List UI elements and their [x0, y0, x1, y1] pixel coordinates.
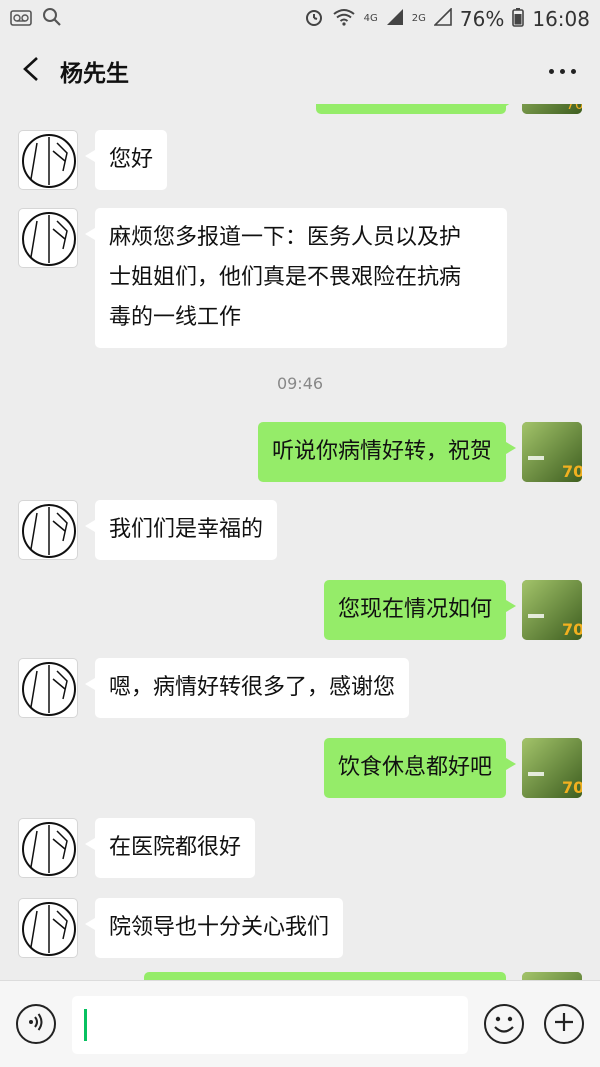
chat-header: 杨先生 [0, 38, 600, 104]
message-list[interactable]: 70 您好 麻烦您多报道一下：医务人员以及护 士姐姐们，他们真是不畏艰险在抗病 … [0, 104, 600, 980]
plus-button[interactable] [544, 1004, 584, 1044]
input-bar [0, 980, 600, 1067]
emoji-icon [486, 1016, 522, 1046]
signal-icon [386, 7, 404, 31]
avatar-self[interactable]: 70 [522, 422, 582, 482]
avatar-contact[interactable] [18, 500, 78, 560]
avatar-contact[interactable] [18, 658, 78, 718]
message-bubble[interactable]: 饮食休息都好吧 [323, 738, 517, 798]
network2-label: 2G [411, 13, 426, 24]
chevron-left-icon [22, 56, 40, 86]
message-bubble-partial [316, 104, 516, 114]
avatar-self[interactable] [522, 972, 582, 980]
message-bubble[interactable]: 在医院都很好 [84, 818, 256, 878]
message-bubble[interactable]: 麻烦您多报道一下：医务人员以及护 士姐姐们，他们真是不畏艰险在抗病 毒的一线工作 [85, 208, 507, 348]
battery-icon [512, 7, 525, 32]
emoji-button[interactable] [484, 1004, 524, 1044]
more-horizontal-icon [546, 68, 579, 74]
voice-icon [25, 1011, 47, 1037]
network-label: 4G [363, 13, 378, 24]
avatar-self[interactable]: 70 [522, 738, 582, 798]
status-bar: 4G 2G 76% 16:08 [0, 0, 600, 38]
avatar-contact[interactable] [18, 898, 78, 958]
message-bubble[interactable]: 您好 [84, 130, 168, 190]
avatar-contact[interactable] [18, 208, 78, 268]
svg-text:70: 70 [566, 104, 582, 113]
alarm-icon [304, 7, 324, 32]
message-bubble[interactable]: 嗯，病情好转很多了，感谢您 [84, 658, 410, 718]
more-button[interactable] [542, 51, 582, 91]
timestamp: 09:46 [276, 374, 324, 393]
svg-text:70: 70 [562, 620, 582, 639]
avatar-self[interactable]: 70 [522, 104, 582, 114]
back-button[interactable] [6, 38, 56, 104]
search-icon [42, 7, 62, 32]
message-bubble[interactable]: 您现在情况如何 [323, 580, 517, 640]
signal2-icon [432, 7, 452, 31]
wifi-icon [332, 7, 356, 31]
clock-time: 16:08 [532, 7, 590, 31]
message-line: 毒的一线工作 [109, 305, 242, 330]
page-title: 杨先生 [60, 61, 129, 87]
message-line: 麻烦您多报道一下：医务人员以及护 [109, 225, 462, 250]
message-bubble[interactable]: 院领导也十分关心我们 [84, 898, 344, 958]
voice-button[interactable] [16, 1004, 56, 1044]
svg-text:70: 70 [562, 462, 582, 481]
message-input[interactable] [72, 996, 468, 1054]
message-bubble[interactable]: 听说你病情好转，祝贺 [257, 422, 517, 482]
message-line: 士姐姐们，他们真是不畏艰险在抗病 [109, 265, 462, 290]
text-cursor [84, 1009, 87, 1041]
svg-text:70: 70 [562, 778, 582, 797]
message-bubble[interactable]: 我们们是幸福的 [84, 500, 278, 560]
avatar-contact[interactable] [18, 818, 78, 878]
avatar-contact[interactable] [18, 130, 78, 190]
battery-percent: 76% [459, 7, 505, 31]
avatar-self[interactable]: 70 [522, 580, 582, 640]
plus-icon [552, 1010, 576, 1038]
message-bubble-partial [144, 972, 506, 980]
voicemail-icon [10, 7, 32, 31]
